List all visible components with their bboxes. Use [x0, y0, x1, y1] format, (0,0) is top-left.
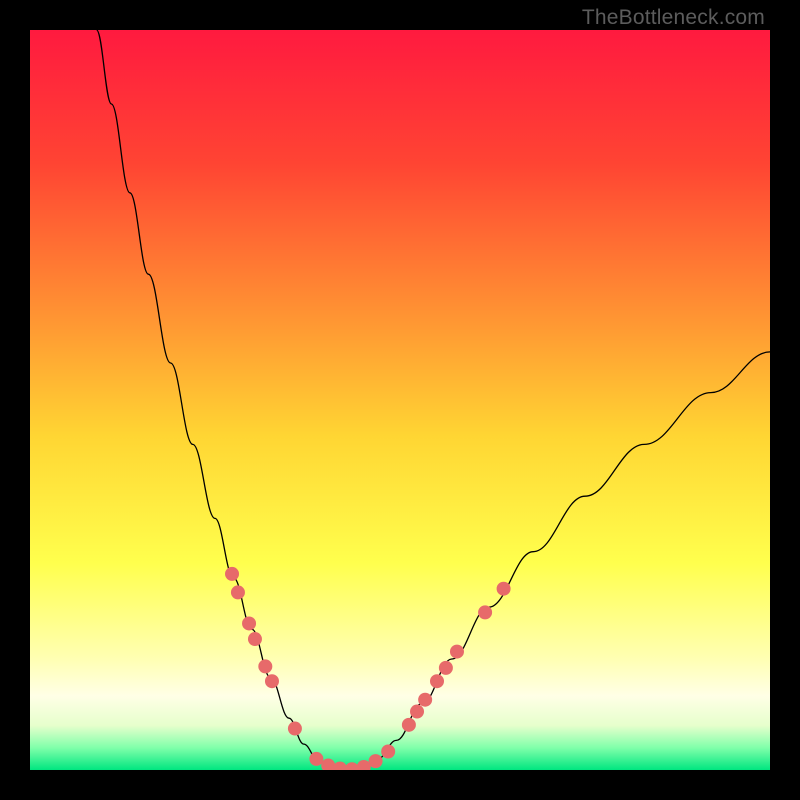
data-marker	[231, 585, 245, 599]
data-marker	[369, 754, 383, 768]
data-marker	[288, 722, 302, 736]
data-marker	[258, 659, 272, 673]
data-marker	[497, 582, 511, 596]
data-marker	[418, 693, 432, 707]
data-marker	[309, 752, 323, 766]
data-marker	[402, 718, 416, 732]
chart-svg	[30, 30, 770, 770]
data-marker	[265, 674, 279, 688]
data-marker	[381, 745, 395, 759]
data-marker	[450, 645, 464, 659]
data-marker	[439, 661, 453, 675]
chart-frame	[30, 30, 770, 770]
data-marker	[248, 632, 262, 646]
data-marker	[430, 674, 444, 688]
watermark-text: TheBottleneck.com	[582, 6, 765, 30]
data-marker	[225, 567, 239, 581]
data-marker	[478, 605, 492, 619]
data-marker	[410, 705, 424, 719]
data-marker	[242, 616, 256, 630]
chart-background	[30, 30, 770, 770]
